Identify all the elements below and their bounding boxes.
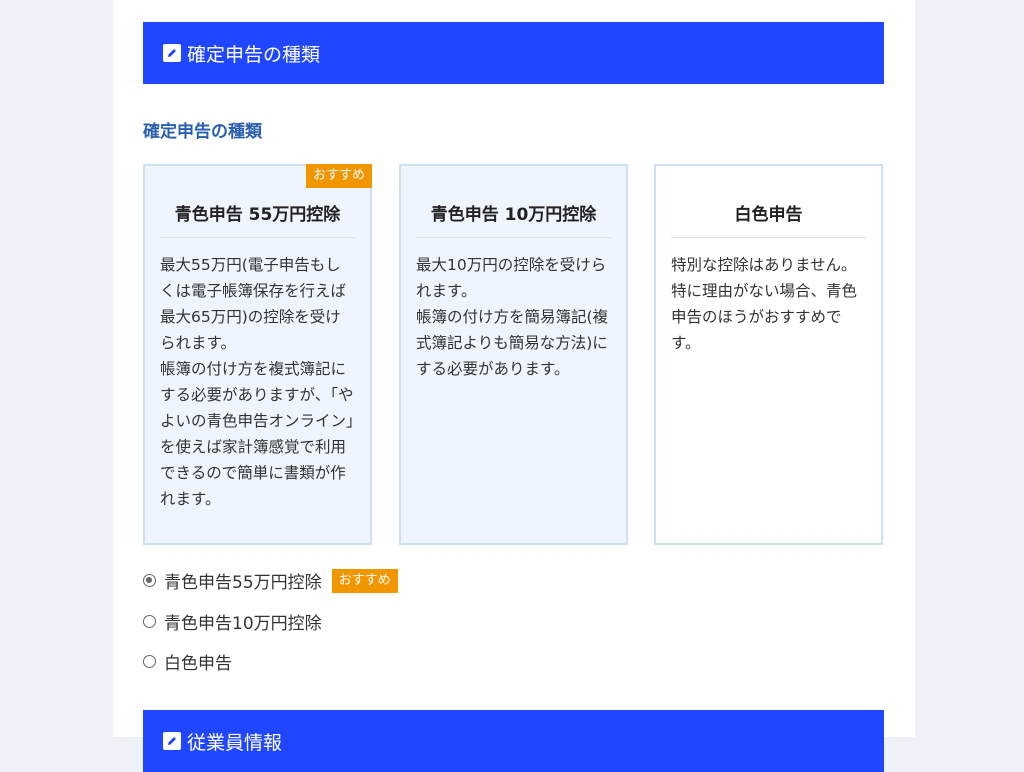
radio-label: 青色申告55万円控除 [164,573,322,593]
section-header-tax-type: 確定申告の種類 [143,22,884,84]
card-title: 青色申告 10万円控除 [416,166,611,238]
radio-option-blue-10[interactable]: 青色申告10万円控除 [143,609,322,634]
card-blue-55: おすすめ 青色申告 55万円控除 最大55万円(電子申告もしくは電子帳簿保存を行… [143,164,372,545]
card-description: 最大10万円の控除を受けられます。 帳簿の付け方を簡易簿記(複式簿記よりも簡易な… [416,256,609,378]
radio-label: 白色申告 [164,654,232,674]
section-header-title: 従業員情報 [187,731,283,754]
card-description: 特別な控除はありません。 特に理由がない場合、青色申告のほうがおすすめです。 [671,256,858,352]
card-description: 最大55万円(電子申告もしくは電子帳簿保存を行えば最大65万円)の控除を受けられ… [160,256,354,508]
pencil-icon [163,44,181,62]
radio-button[interactable] [143,655,156,668]
pencil-icon [163,732,181,750]
recommended-badge: おすすめ [331,568,398,593]
radio-label: 青色申告10万円控除 [164,614,322,634]
page-container: 確定申告の種類 確定申告の種類 おすすめ 青色申告 55万円控除 最大55万円(… [113,0,915,772]
card-white: 白色申告 特別な控除はありません。 特に理由がない場合、青色申告のほうがおすすめ… [654,164,883,545]
radio-option-blue-55[interactable]: 青色申告55万円控除 おすすめ [143,568,398,593]
radio-button[interactable] [143,615,156,628]
tax-type-subtitle: 確定申告の種類 [143,122,262,142]
card-title: 白色申告 [671,166,866,238]
section-header-title: 確定申告の種類 [187,43,321,66]
radio-option-white[interactable]: 白色申告 [143,649,232,674]
recommended-badge: おすすめ [305,164,372,188]
radio-button[interactable] [143,574,156,587]
card-blue-10: 青色申告 10万円控除 最大10万円の控除を受けられます。 帳簿の付け方を簡易簿… [399,164,628,545]
section-header-employee: 従業員情報 [143,710,884,772]
